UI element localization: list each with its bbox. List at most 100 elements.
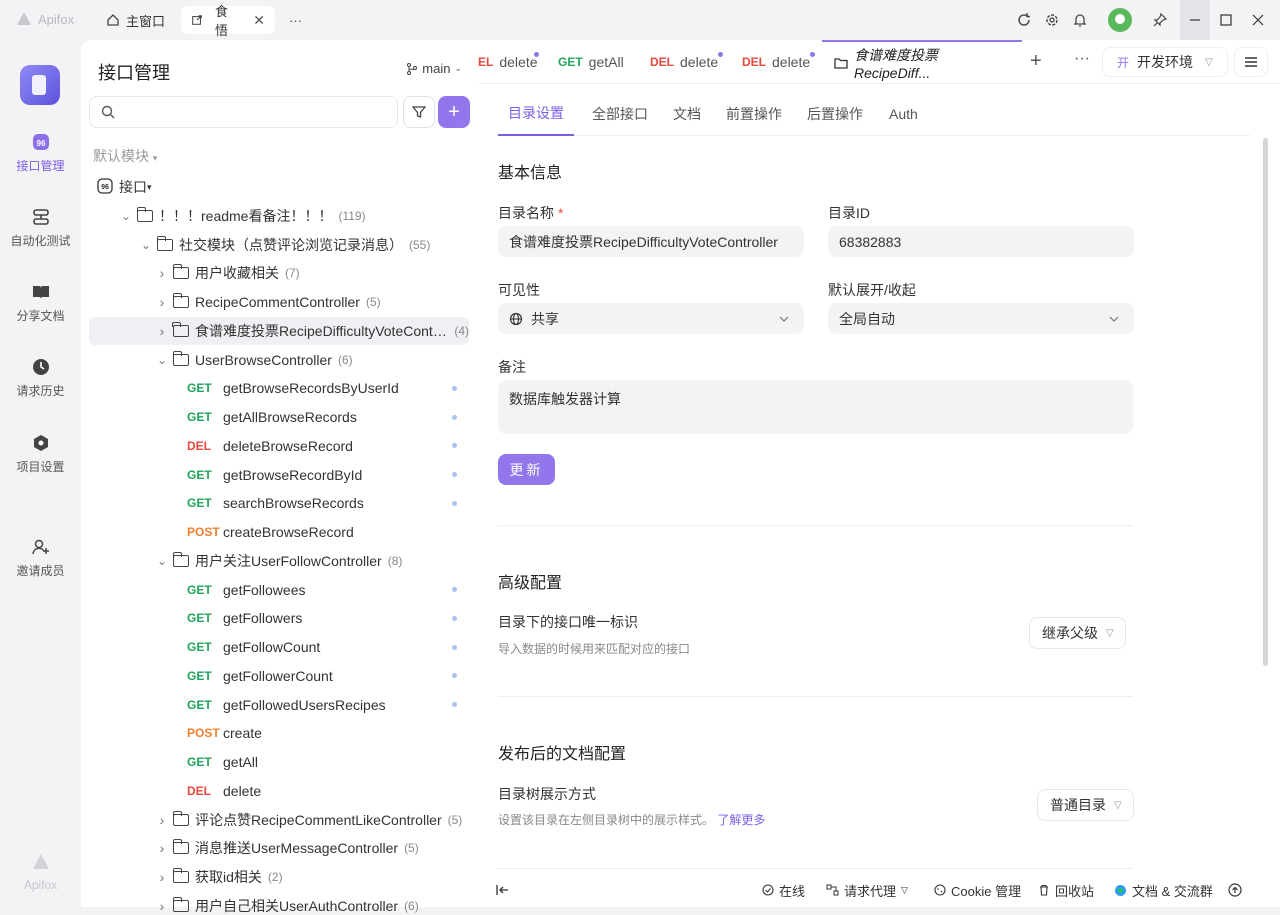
unique-id-select[interactable]: 继承父级 ▽ xyxy=(1029,617,1126,649)
online-status[interactable]: 在线 xyxy=(762,873,805,907)
rail-bottom-logo: Apifox xyxy=(0,852,81,892)
module-selector[interactable]: 默认模块 ▾ xyxy=(93,146,157,166)
settings-gear-icon[interactable] xyxy=(1038,0,1066,40)
tree-label: 社交模块（点赞评论浏览记录消息） xyxy=(179,236,403,253)
api-tree-item[interactable]: GET getBrowseRecordById xyxy=(89,461,469,489)
add-button[interactable]: + xyxy=(438,96,470,128)
tree-folder[interactable]: › RecipeCommentController (5) xyxy=(89,288,469,316)
tree-folder[interactable]: ⌄ 用户关注UserFollowController (8) xyxy=(89,547,469,575)
chevron-right-icon[interactable]: › xyxy=(155,294,169,310)
subtab-auth[interactable]: Auth xyxy=(889,92,918,136)
chevron-right-icon[interactable]: › xyxy=(155,265,169,281)
tree-style-select[interactable]: 普通目录 ▽ xyxy=(1037,789,1134,821)
chevron-down-icon[interactable]: ⌄ xyxy=(139,238,153,252)
api-tree-item[interactable]: GET getBrowseRecordsByUserId xyxy=(89,374,469,402)
api-tree-item[interactable]: GET getAllBrowseRecords xyxy=(89,403,469,431)
subtab-docs[interactable]: 文档 xyxy=(673,92,701,136)
visibility-select[interactable]: 共享 xyxy=(498,303,804,334)
tree-folder[interactable]: › 评论点赞RecipeCommentLikeController (5) xyxy=(89,806,469,834)
chevron-right-icon[interactable]: › xyxy=(155,898,169,914)
update-button[interactable]: 更新 xyxy=(498,454,555,485)
request-proxy-menu[interactable]: 请求代理 ▽ xyxy=(826,873,908,907)
api-tree-item[interactable]: DEL deleteBrowseRecord xyxy=(89,432,469,460)
request-tab[interactable]: DEL delete xyxy=(742,40,815,84)
tree-folder[interactable]: ⌄ ！！！readme看备注！！！ (119) xyxy=(89,202,469,230)
notification-bell-icon[interactable] xyxy=(1066,0,1094,40)
chevron-down-icon[interactable]: ⌄ xyxy=(119,209,133,223)
refresh-icon[interactable] xyxy=(1010,0,1038,40)
chevron-right-icon[interactable]: › xyxy=(155,812,169,828)
tree-folder[interactable]: › 用户收藏相关 (7) xyxy=(89,259,469,287)
environment-selector[interactable]: 开 开发环境 ▽ xyxy=(1102,47,1228,77)
subtab-post-ops[interactable]: 后置操作 xyxy=(807,92,863,136)
more-tabs-button[interactable]: ··· xyxy=(279,6,312,34)
api-tree-item[interactable]: DEL delete xyxy=(89,777,469,805)
chevron-right-icon[interactable]: › xyxy=(155,840,169,856)
api-tree-item[interactable]: GET searchBrowseRecords xyxy=(89,489,469,517)
request-tab[interactable]: GET getAll xyxy=(558,40,624,84)
menu-button[interactable] xyxy=(1234,47,1268,77)
api-tree-item[interactable]: GET getAll xyxy=(89,748,469,776)
project-logo[interactable] xyxy=(20,65,60,105)
cookie-manager[interactable]: Cookie 管理 xyxy=(934,873,1021,907)
folder-id-input[interactable]: 68382883 xyxy=(828,226,1134,257)
close-tab-icon[interactable]: ✕ xyxy=(253,12,265,29)
chevron-down-icon[interactable]: ⌄ xyxy=(155,554,169,568)
tree-folder[interactable]: › 获取id相关 (2) xyxy=(89,863,469,891)
tree-folder[interactable]: › 食谱难度投票RecipeDifficultyVoteContr... (4) xyxy=(89,316,469,345)
tree-folder[interactable]: ⌄ UserBrowseController (6) xyxy=(89,346,469,374)
tree-folder[interactable]: › 用户自己相关UserAuthController (6) xyxy=(89,892,469,915)
api-tree-item[interactable]: GET getFollowCount xyxy=(89,633,469,661)
user-avatar[interactable] xyxy=(1108,8,1132,32)
request-tab[interactable]: EL delete xyxy=(478,40,539,84)
rail-item-history[interactable]: 请求历史 xyxy=(0,358,81,399)
chevron-right-icon[interactable]: › xyxy=(155,323,169,339)
chevron-down-icon[interactable]: ⌄ xyxy=(155,353,169,367)
api-tree-item[interactable]: POST create xyxy=(89,719,469,747)
new-tab-button[interactable]: + xyxy=(1030,50,1042,73)
scroll-top-icon[interactable] xyxy=(1228,873,1242,907)
rail-item-project-settings[interactable]: 项目设置 xyxy=(0,434,81,475)
tab-more-button[interactable]: ··· xyxy=(1074,50,1090,68)
tree-root[interactable]: 96 接口 ▾ xyxy=(89,173,469,201)
caret-down-icon: ▾ xyxy=(147,181,152,192)
search-input[interactable] xyxy=(89,96,398,128)
api-tree-item[interactable]: GET getFollowers xyxy=(89,604,469,632)
rail-item-invite[interactable]: 邀请成员 xyxy=(0,538,81,579)
expand-select[interactable]: 全局自动 xyxy=(828,303,1134,334)
maximize-button[interactable] xyxy=(1210,0,1242,40)
minimize-button[interactable] xyxy=(1180,0,1210,40)
docs-community[interactable]: 文档 & 交流群 xyxy=(1114,873,1213,907)
subtab-folder-settings[interactable]: 目录设置 xyxy=(498,92,574,136)
folder-icon xyxy=(172,868,189,883)
api-tree-item[interactable]: POST createBrowseRecord xyxy=(89,518,469,546)
tree-folder[interactable]: › 消息推送UserMessageController (5) xyxy=(89,834,469,862)
window-tab-project[interactable]: 食悟 ✕ xyxy=(181,4,275,38)
request-tab-active[interactable]: 食谱难度投票RecipeDiff... xyxy=(822,40,1022,84)
close-window-button[interactable] xyxy=(1242,0,1274,40)
rail-item-automation[interactable]: 自动化测试 xyxy=(0,208,81,249)
window-tab-home[interactable]: 主窗口 xyxy=(96,6,175,34)
filter-button[interactable] xyxy=(403,96,435,128)
api-tree-item[interactable]: GET getFollowedUsersRecipes xyxy=(89,691,469,719)
folder-name-input[interactable]: 食谱难度投票RecipeDifficultyVoteController xyxy=(498,226,804,257)
tree-folder[interactable]: ⌄ 社交模块（点赞评论浏览记录消息） (55) xyxy=(89,231,469,259)
subtab-all-apis[interactable]: 全部接口 xyxy=(592,92,648,136)
pin-icon[interactable] xyxy=(1146,0,1174,40)
api-tree-item[interactable]: GET getFollowees xyxy=(89,576,469,604)
api-name: getAll xyxy=(223,754,259,770)
tab-label: delete xyxy=(680,54,719,70)
api-tree-item[interactable]: GET getFollowerCount xyxy=(89,662,469,690)
recycle-bin[interactable]: 回收站 xyxy=(1038,873,1094,907)
subtab-pre-ops[interactable]: 前置操作 xyxy=(726,92,782,136)
request-tab[interactable]: DEL delete xyxy=(650,40,723,84)
chevron-right-icon[interactable]: › xyxy=(155,869,169,885)
unique-id-label: 目录下的接口唯一标识 xyxy=(498,614,638,630)
note-textarea[interactable]: 数据库触发器计算 xyxy=(498,380,1133,434)
rail-item-api-management[interactable]: 96 接口管理 xyxy=(0,133,81,174)
branch-selector[interactable]: main ⌄ xyxy=(406,61,462,76)
rail-item-share-docs[interactable]: 分享文档 xyxy=(0,283,81,324)
learn-more-link[interactable]: 了解更多 xyxy=(717,813,765,827)
scrollbar[interactable] xyxy=(1263,138,1268,666)
collapse-sidebar-icon[interactable] xyxy=(496,873,510,907)
